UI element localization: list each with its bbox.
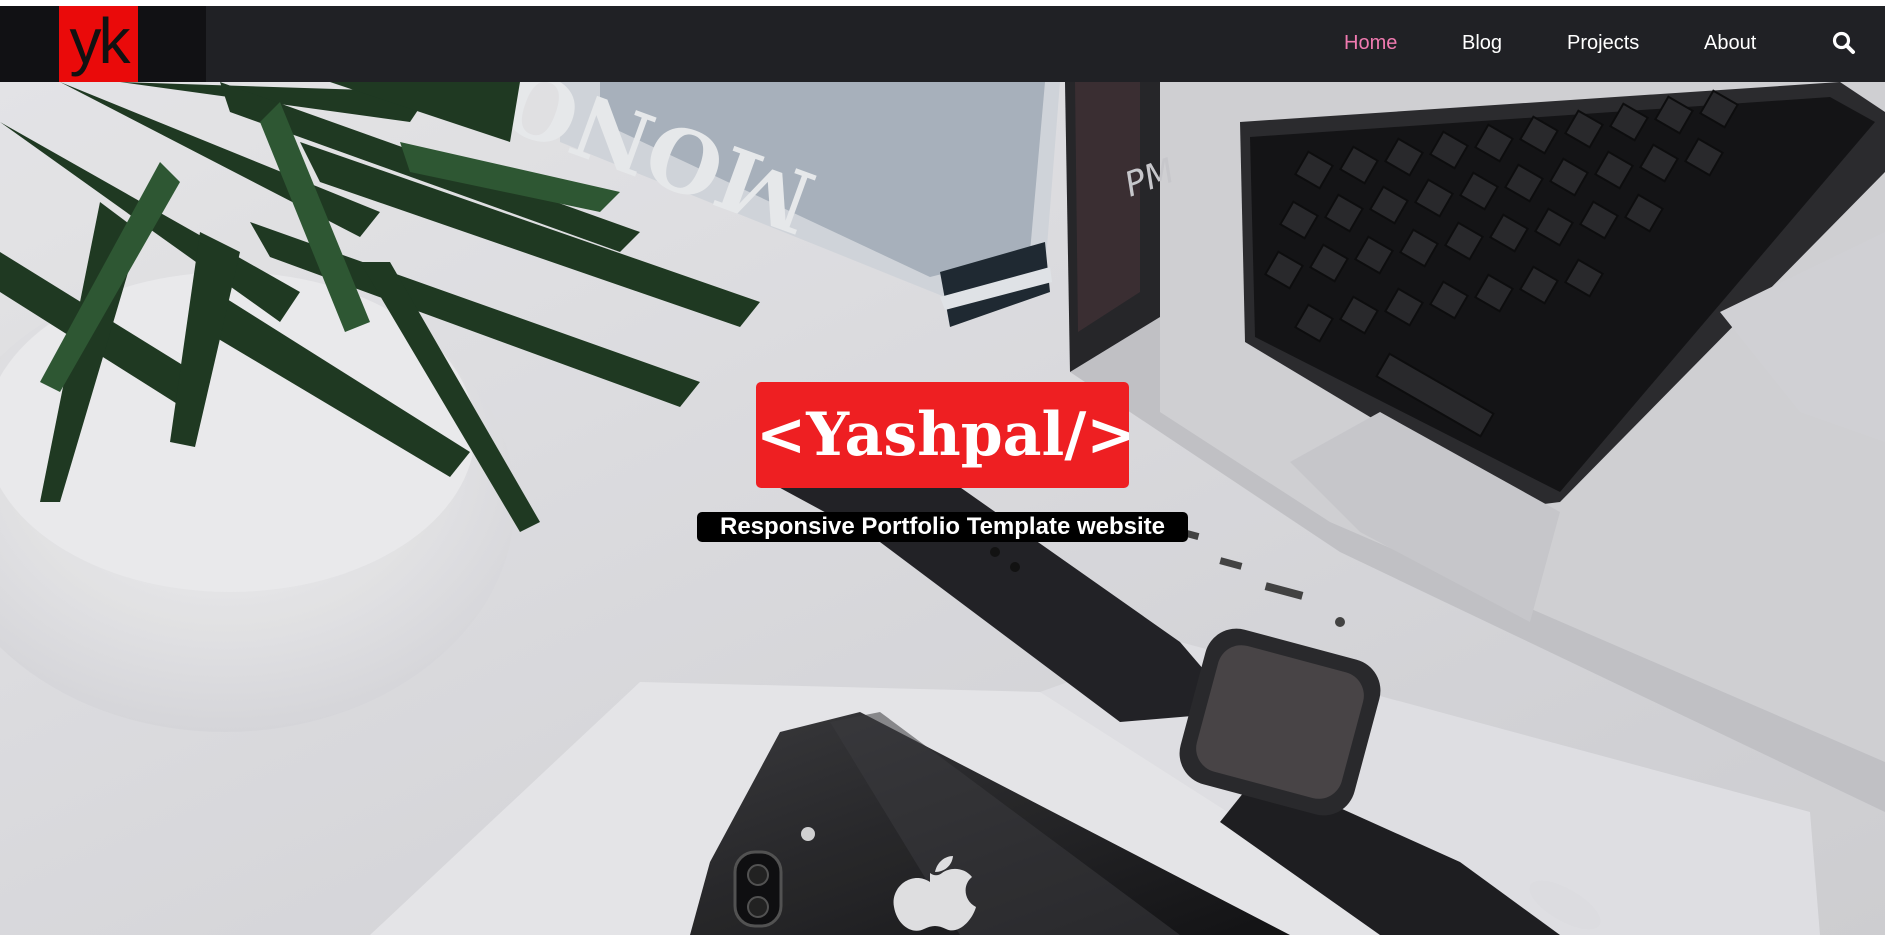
nav-about[interactable]: About [1704,32,1756,55]
logo-container: yk [0,6,206,82]
nav-projects[interactable]: Projects [1567,32,1639,55]
nav-home[interactable]: Home [1344,32,1397,55]
navbar: yk Home Blog Projects About [0,6,1885,82]
hero-section: MONO PM <Yashpal/> Responsive Portfolio … [0,82,1885,935]
nav-blog[interactable]: Blog [1462,32,1502,55]
hero-subtitle: Responsive Portfolio Template website [697,512,1188,542]
hero-title: <Yashpal/> [756,382,1129,488]
site-logo[interactable]: yk [59,6,138,82]
search-icon[interactable] [1831,30,1857,56]
hero-overlay [0,82,1885,935]
